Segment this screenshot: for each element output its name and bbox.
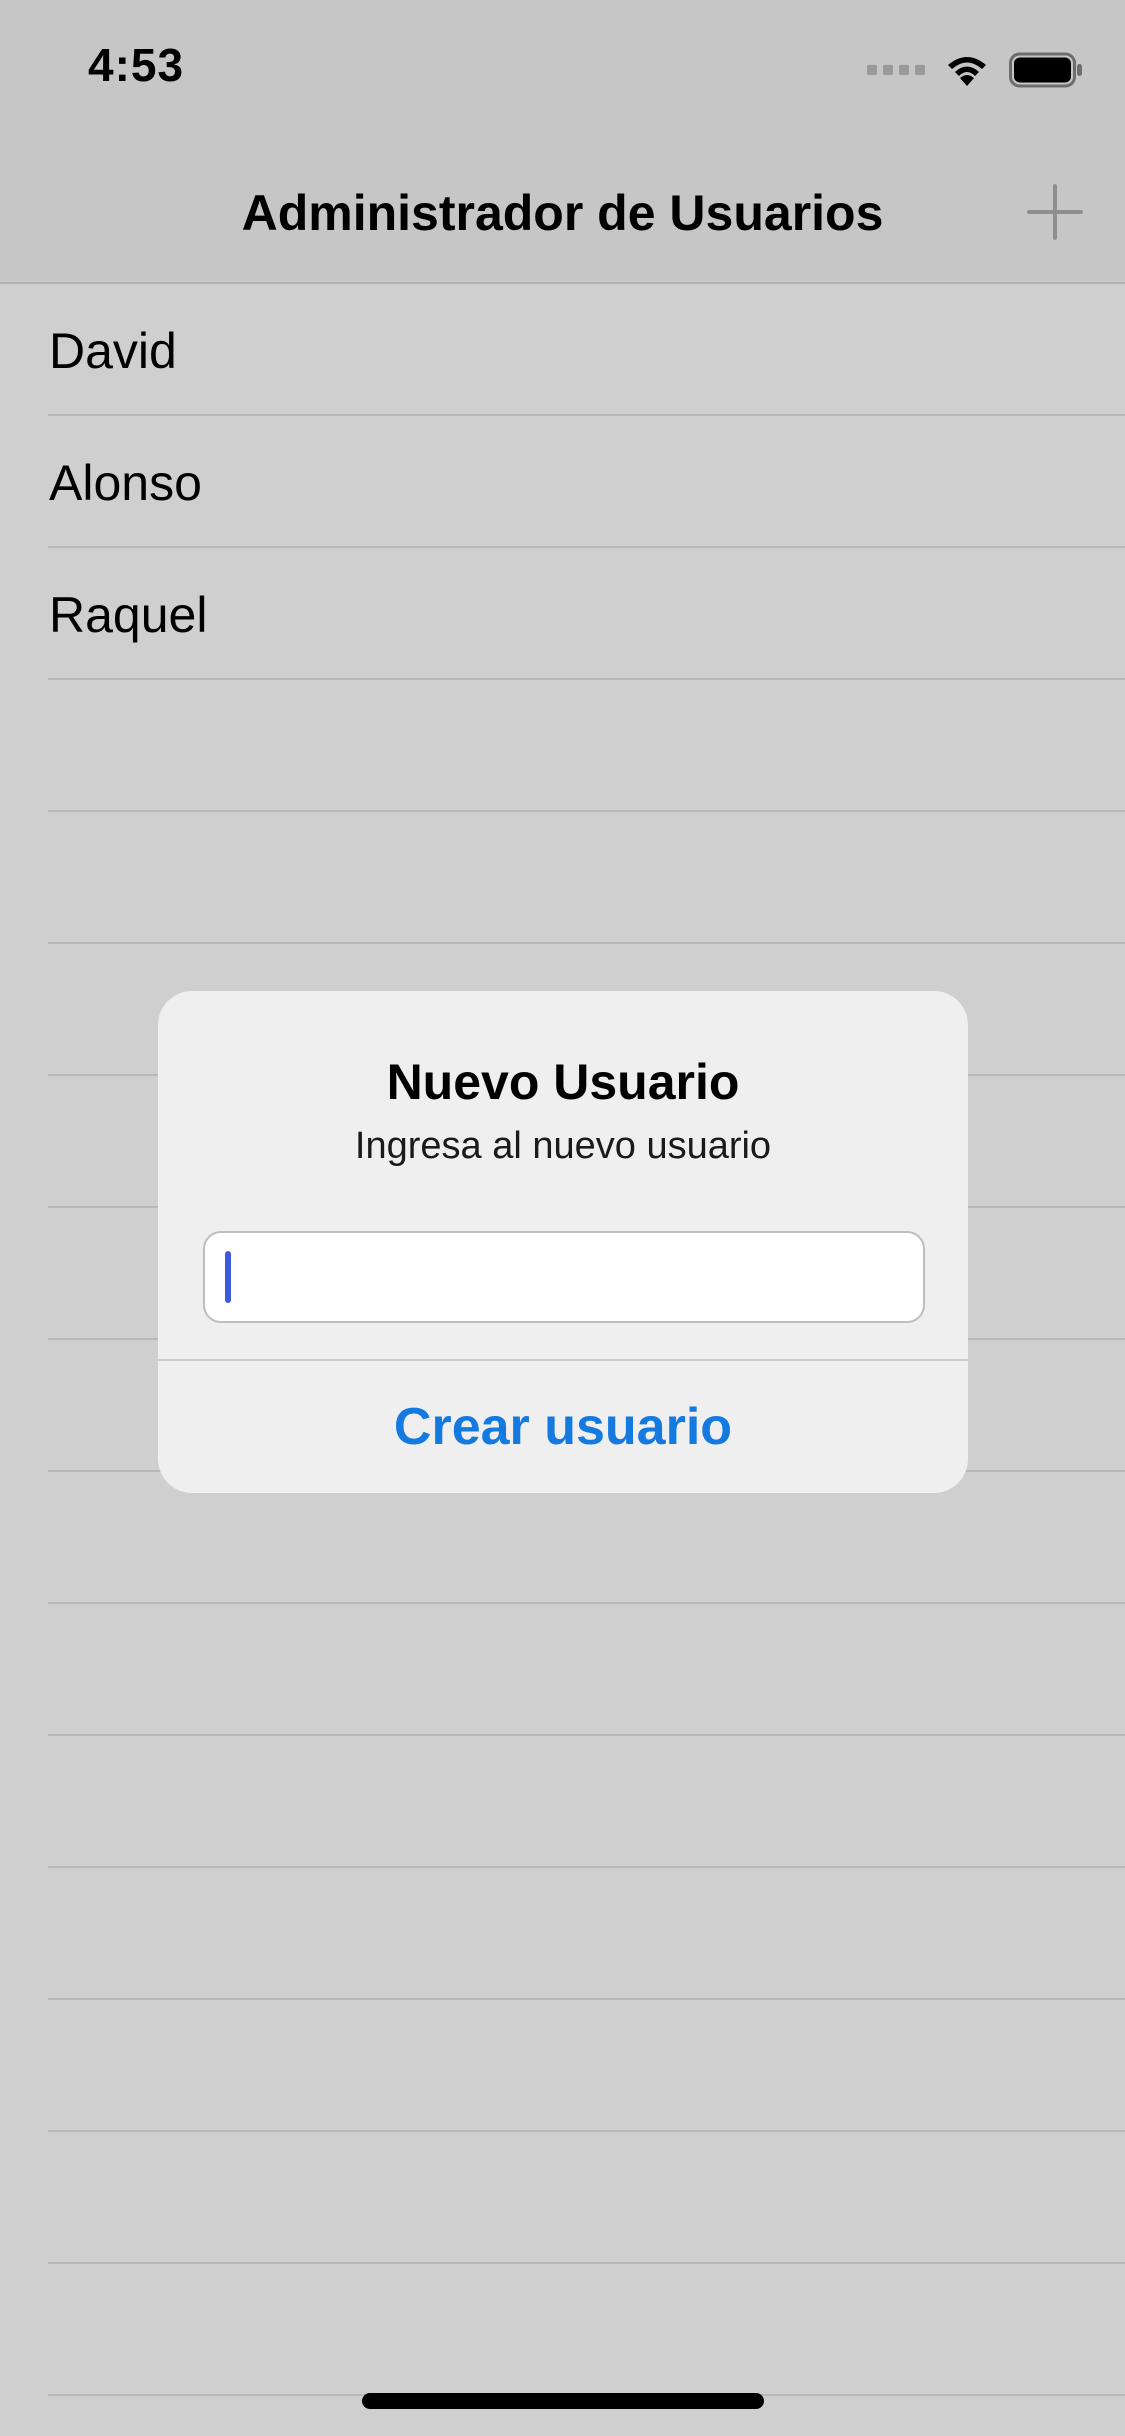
table-row[interactable]: Raquel [48,548,1125,680]
navigation-bar: Administrador de Usuarios [0,140,1125,284]
status-bar: 4:53 [0,0,1125,140]
new-user-alert: Nuevo Usuario Ingresa al nuevo usuario C… [158,991,968,1493]
status-time: 4:53 [88,39,185,91]
table-row [48,1736,1125,1868]
status-icons [867,50,1083,90]
table-row [48,812,1125,944]
alert-message: Ingresa al nuevo usuario [354,1125,772,1167]
add-user-button[interactable] [1025,182,1085,242]
table-row [48,680,1125,812]
page-title: Administrador de Usuarios [241,185,884,241]
table-row [48,2000,1125,2132]
table-row [48,1604,1125,1736]
wifi-icon [948,57,986,86]
plus-icon [1027,184,1083,240]
table-row [48,2264,1125,2396]
new-user-input[interactable] [203,1231,925,1323]
table-row[interactable]: David [48,284,1125,416]
text-cursor [225,1251,231,1303]
row-label: David [49,323,177,379]
cellular-signal-icon [867,65,925,75]
table-row[interactable]: Alonso [48,416,1125,548]
home-indicator[interactable] [362,2393,764,2409]
create-user-button[interactable]: Crear usuario [158,1361,968,1493]
row-label: Raquel [49,587,208,643]
row-label: Alonso [49,455,202,511]
table-row [48,2132,1125,2264]
battery-icon [1009,52,1082,88]
table-row [48,1868,1125,2000]
alert-title: Nuevo Usuario [386,1054,740,1110]
